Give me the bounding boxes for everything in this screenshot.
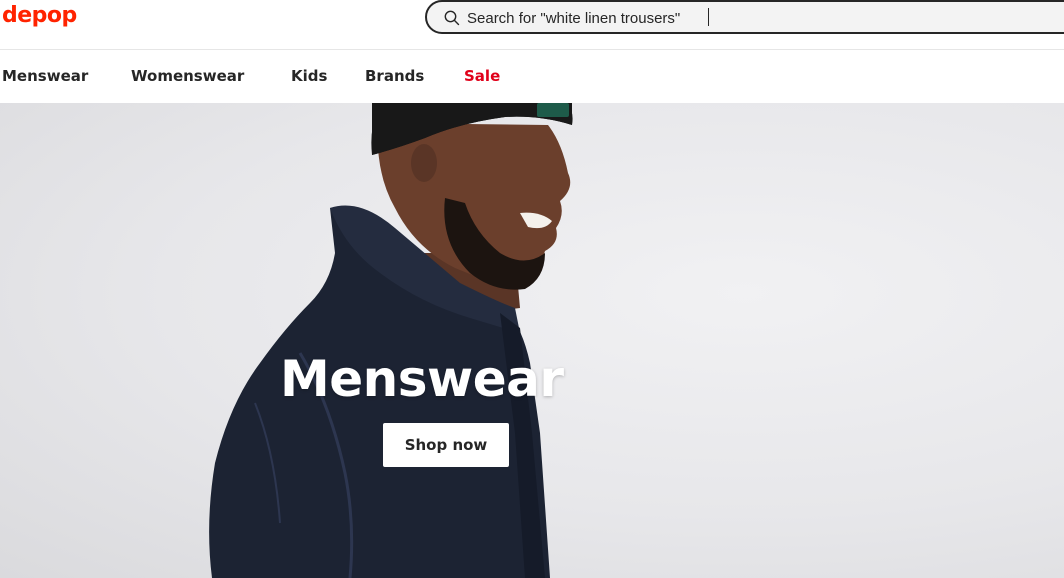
search-bar[interactable]: [425, 0, 1064, 34]
nav-item-sale[interactable]: Sale: [464, 66, 500, 86]
nav-item-menswear[interactable]: Menswear: [2, 66, 88, 86]
nav-item-brands[interactable]: Brands: [365, 66, 424, 86]
depop-logo[interactable]: depop: [2, 2, 77, 30]
hero-model-image: [209, 103, 573, 578]
search-icon: [444, 10, 460, 26]
hero-title: Menswear: [280, 350, 564, 408]
text-cursor: [708, 8, 709, 26]
nav-item-kids[interactable]: Kids: [291, 66, 327, 86]
shop-now-button[interactable]: Shop now: [383, 423, 509, 467]
search-input[interactable]: [467, 5, 1027, 31]
site-header: depop: [0, 0, 1064, 50]
nav-item-womenswear[interactable]: Womenswear: [131, 66, 244, 86]
category-nav: Menswear Womenswear Kids Brands Sale: [0, 50, 1064, 103]
hero-banner[interactable]: Menswear Shop now: [0, 103, 1064, 578]
